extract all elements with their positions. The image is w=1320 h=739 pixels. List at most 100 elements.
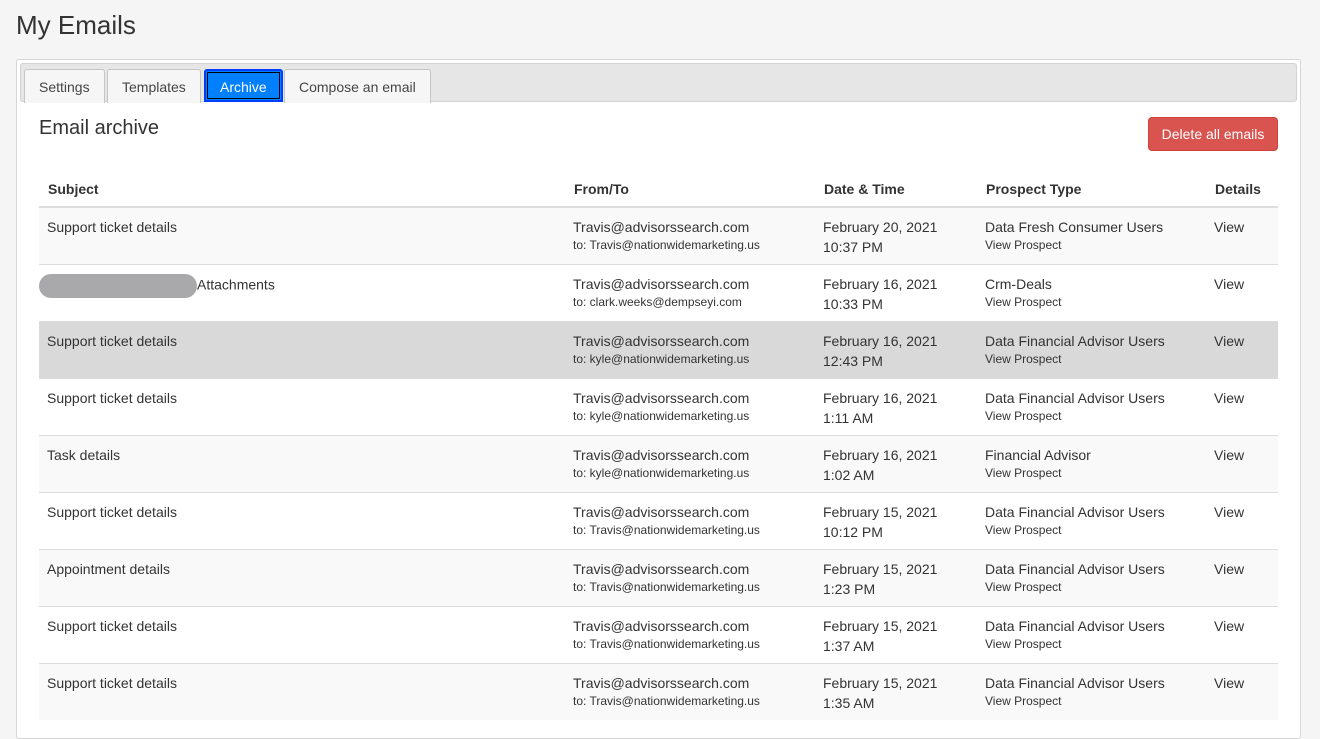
view-details-link[interactable]: View <box>1214 504 1244 520</box>
table-row[interactable]: Support ticket details Travis@advisorssea… <box>39 377 1278 435</box>
subject-cell: Support ticket details <box>39 377 565 435</box>
view-prospect-link[interactable]: View Prospect <box>985 522 1198 538</box>
email-subject: Task details <box>47 446 121 463</box>
prospect-type: Data Financial Advisor Users <box>985 674 1165 691</box>
tab-settings[interactable]: Settings <box>24 69 105 103</box>
table-row[interactable]: Support ticket details Travis@advisorssea… <box>39 605 1278 663</box>
email-subject: Support ticket details <box>47 332 177 349</box>
tab-templates[interactable]: Templates <box>107 69 201 103</box>
view-prospect-link[interactable]: View Prospect <box>985 579 1198 595</box>
from-address: Travis@advisorssearch.com <box>573 617 750 634</box>
subject-cell: Support ticket details <box>39 662 565 720</box>
subject-cell: Attachments <box>39 263 565 321</box>
to-address: to: Travis@nationwidemarketing.us <box>573 522 760 537</box>
prospect-type-cell: Data Financial Advisor Users View Prospec… <box>977 662 1206 720</box>
view-details-link[interactable]: View <box>1214 219 1244 235</box>
table-row[interactable]: Task details Travis@advisorssearch.com to:… <box>39 434 1278 492</box>
email-time: 10:12 PM <box>823 523 883 540</box>
tab-archive[interactable]: Archive <box>204 69 283 102</box>
email-archive-table: Subject From/To Date & Time Prospect Typ… <box>39 172 1278 720</box>
tab-compose-email[interactable]: Compose an email <box>284 69 431 103</box>
email-date: February 15, 2021 <box>823 617 938 634</box>
email-subject: Attachments <box>197 276 275 293</box>
from-address: Travis@advisorssearch.com <box>573 275 750 292</box>
table-row[interactable]: Attachments Travis@advisorssearch.com to: … <box>39 263 1278 321</box>
to-address: to: clark.weeks@dempseyi.com <box>573 294 742 309</box>
email-date: February 16, 2021 <box>823 446 938 463</box>
prospect-type: Data Financial Advisor Users <box>985 332 1165 349</box>
prospect-type-cell: Data Financial Advisor Users View Prospec… <box>977 605 1206 663</box>
table-row[interactable]: Support ticket details Travis@advisorssea… <box>39 206 1278 264</box>
email-subject: Support ticket details <box>47 389 177 406</box>
table-row[interactable]: Appointment details Travis@advisorssearch… <box>39 548 1278 606</box>
from-address: Travis@advisorssearch.com <box>573 446 750 463</box>
table-row[interactable]: Support ticket details Travis@advisorssea… <box>39 662 1278 720</box>
view-details-link[interactable]: View <box>1214 333 1244 349</box>
email-date: February 16, 2021 <box>823 275 938 292</box>
view-prospect-link[interactable]: View Prospect <box>985 465 1198 481</box>
details-cell: View <box>1206 491 1278 549</box>
to-address: to: kyle@nationwidemarketing.us <box>573 351 750 366</box>
from-to-cell: Travis@advisorssearch.com to: clark.weeks… <box>565 263 815 321</box>
view-prospect-link[interactable]: View Prospect <box>985 408 1198 424</box>
view-details-link[interactable]: View <box>1214 561 1244 577</box>
from-to-cell: Travis@advisorssearch.com to: Travis@nati… <box>565 206 815 264</box>
from-to-cell: Travis@advisorssearch.com to: kyle@nation… <box>565 377 815 435</box>
prospect-type: Data Financial Advisor Users <box>985 389 1165 406</box>
view-details-link[interactable]: View <box>1214 447 1244 463</box>
column-header-details: Details <box>1206 172 1278 208</box>
view-details-link[interactable]: View <box>1214 675 1244 691</box>
prospect-type-cell: Financial Advisor View Prospect <box>977 434 1206 492</box>
email-subject: Appointment details <box>47 560 170 577</box>
view-details-link[interactable]: View <box>1214 618 1244 634</box>
from-address: Travis@advisorssearch.com <box>573 332 750 349</box>
email-date: February 15, 2021 <box>823 674 938 691</box>
view-prospect-link[interactable]: View Prospect <box>985 237 1198 253</box>
column-header-subject: Subject <box>39 172 565 208</box>
email-time: 10:33 PM <box>823 295 883 312</box>
to-address: to: Travis@nationwidemarketing.us <box>573 579 760 594</box>
email-subject: Support ticket details <box>47 674 177 691</box>
email-time: 1:37 AM <box>823 637 875 654</box>
view-prospect-link[interactable]: View Prospect <box>985 294 1198 310</box>
email-subject: Support ticket details <box>47 503 177 520</box>
table-row[interactable]: Support ticket details Travis@advisorssea… <box>39 320 1278 378</box>
view-details-link[interactable]: View <box>1214 390 1244 406</box>
details-cell: View <box>1206 206 1278 264</box>
to-address: to: Travis@nationwidemarketing.us <box>573 238 760 252</box>
prospect-type-cell: Data Financial Advisor Users View Prospec… <box>977 491 1206 549</box>
table-header-row: Subject From/To Date & Time Prospect Typ… <box>39 172 1278 208</box>
from-address: Travis@advisorssearch.com <box>573 503 750 520</box>
email-subject: Support ticket details <box>47 219 177 235</box>
from-address: Travis@advisorssearch.com <box>573 389 750 406</box>
email-date: February 16, 2021 <box>823 389 938 406</box>
from-to-cell: Travis@advisorssearch.com to: Travis@nati… <box>565 662 815 720</box>
view-prospect-link[interactable]: View Prospect <box>985 693 1198 709</box>
view-details-link[interactable]: View <box>1214 276 1244 292</box>
from-address: Travis@advisorssearch.com <box>573 560 750 577</box>
view-prospect-link[interactable]: View Prospect <box>985 351 1198 367</box>
column-header-date-time: Date & Time <box>815 172 977 208</box>
prospect-type: Data Fresh Consumer Users <box>985 219 1164 235</box>
view-prospect-link[interactable]: View Prospect <box>985 636 1198 652</box>
page-title: My Emails <box>16 10 136 40</box>
email-date: February 16, 2021 <box>823 332 938 349</box>
date-time-cell: February 16, 2021 1:02 AM <box>815 434 977 492</box>
email-time: 1:02 AM <box>823 466 875 483</box>
to-address: to: Travis@nationwidemarketing.us <box>573 636 760 651</box>
from-to-cell: Travis@advisorssearch.com to: Travis@nati… <box>565 491 815 549</box>
prospect-type: Data Financial Advisor Users <box>985 503 1165 520</box>
subject-cell: Appointment details <box>39 548 565 606</box>
redacted-text <box>39 273 197 298</box>
details-cell: View <box>1206 263 1278 321</box>
details-cell: View <box>1206 377 1278 435</box>
email-date: February 20, 2021 <box>823 219 938 235</box>
subject-cell: Support ticket details <box>39 605 565 663</box>
delete-all-emails-button[interactable]: Delete all emails <box>1148 117 1278 151</box>
to-address: to: Travis@nationwidemarketing.us <box>573 693 760 708</box>
from-to-cell: Travis@advisorssearch.com to: Travis@nati… <box>565 548 815 606</box>
table-row[interactable]: Support ticket details Travis@advisorssea… <box>39 491 1278 549</box>
details-cell: View <box>1206 320 1278 378</box>
prospect-type-cell: Data Financial Advisor Users View Prospec… <box>977 548 1206 606</box>
email-date: February 15, 2021 <box>823 560 938 577</box>
